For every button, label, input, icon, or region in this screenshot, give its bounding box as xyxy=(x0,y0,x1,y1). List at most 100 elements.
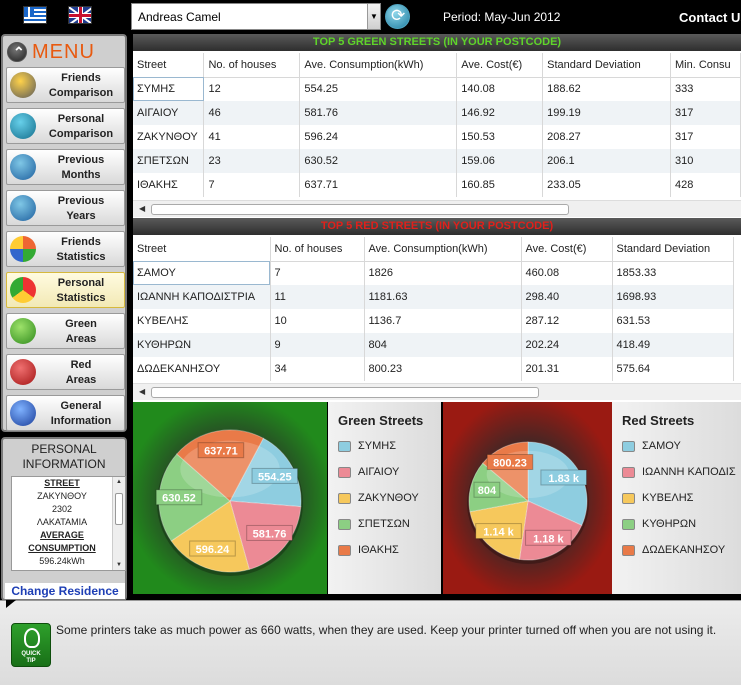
table-cell[interactable]: 333 xyxy=(670,77,741,101)
table-cell[interactable]: 418.49 xyxy=(612,333,734,357)
scroll-left-icon[interactable]: ◀ xyxy=(139,387,145,396)
menu-item-personal-comparison[interactable]: Personal Comparison xyxy=(6,108,125,144)
table-cell[interactable]: 12 xyxy=(203,77,301,101)
table-cell[interactable]: 9 xyxy=(270,333,365,357)
table-row[interactable]: ΚΥΒΕΛΗΣ 10 1136.7 287.12 631.53 xyxy=(133,309,734,333)
table-cell[interactable]: 1853.33 xyxy=(612,261,734,285)
table-cell[interactable]: 150.53 xyxy=(456,125,544,149)
table-cell[interactable]: 206.1 xyxy=(542,149,671,173)
table-cell[interactable]: 1826 xyxy=(364,261,522,285)
table-row[interactable]: ΣΑΜΟΥ 7 1826 460.08 1853.33 xyxy=(133,261,734,285)
scroll-left-icon[interactable]: ◀ xyxy=(139,204,145,213)
table-cell[interactable]: 317 xyxy=(670,101,741,125)
menu-item-previous-months[interactable]: Previous Months xyxy=(6,149,125,185)
scroll-thumb[interactable] xyxy=(151,204,569,215)
column-header[interactable]: Standard Deviation xyxy=(612,237,734,262)
menu-item-personal-statistics[interactable]: Personal Statistics xyxy=(6,272,125,308)
table-cell[interactable]: 631.53 xyxy=(612,309,734,333)
contact-us-link[interactable]: Contact Us xyxy=(679,10,741,25)
table-cell[interactable]: 1698.93 xyxy=(612,285,734,309)
user-select[interactable]: Andreas Camel ▼ xyxy=(131,3,381,30)
table-cell[interactable]: 159.06 xyxy=(456,149,544,173)
refresh-icon[interactable] xyxy=(385,4,410,29)
column-header[interactable]: Ave. Consumption(kWh) xyxy=(364,237,522,262)
column-header[interactable]: Ave. Cost(€) xyxy=(521,237,613,262)
column-header[interactable]: No. of houses xyxy=(203,53,301,78)
change-residence-link[interactable]: Change Residence xyxy=(5,583,125,599)
table-cell[interactable]: 575.64 xyxy=(612,357,734,381)
table-cell[interactable]: 160.85 xyxy=(456,173,544,197)
column-header[interactable]: Min. Consu xyxy=(670,53,741,78)
table-cell[interactable]: 428 xyxy=(670,173,741,197)
table-cell[interactable]: ΣΑΜΟΥ xyxy=(133,261,271,285)
scroll-up-icon[interactable]: ▲ xyxy=(116,479,122,485)
table-cell[interactable]: 804 xyxy=(364,333,522,357)
table-cell[interactable]: ΙΩΑΝΝΗ ΚΑΠΟΔΙΣΤΡΙΑ xyxy=(133,285,271,309)
table-cell[interactable]: 23 xyxy=(203,149,301,173)
table-cell[interactable]: 10 xyxy=(270,309,365,333)
table-cell[interactable]: ΖΑΚΥΝΘΟΥ xyxy=(133,125,205,149)
english-flag-icon[interactable] xyxy=(68,6,92,24)
table-cell[interactable]: 637.71 xyxy=(299,173,458,197)
table-cell[interactable]: ΣΥΜΗΣ xyxy=(133,77,205,101)
scroll-thumb[interactable] xyxy=(115,493,123,525)
table-cell[interactable]: 202.24 xyxy=(521,333,613,357)
table-cell[interactable]: 596.24 xyxy=(299,125,458,149)
scroll-down-icon[interactable]: ▼ xyxy=(116,562,122,568)
table-cell[interactable]: 7 xyxy=(270,261,365,285)
table-row[interactable]: ΚΥΘΗΡΩΝ 9 804 202.24 418.49 xyxy=(133,333,734,357)
table-cell[interactable]: 140.08 xyxy=(456,77,544,101)
table-cell[interactable]: 46 xyxy=(203,101,301,125)
table-row[interactable]: ΣΥΜΗΣ 12 554.25 140.08 188.62 333 xyxy=(133,77,741,101)
table-row[interactable]: ΙΩΑΝΝΗ ΚΑΠΟΔΙΣΤΡΙΑ 11 1181.63 298.40 1698.93 xyxy=(133,285,734,309)
table-cell[interactable]: 800.23 xyxy=(364,357,522,381)
menu-item-friends-comparison[interactable]: Friends Comparison xyxy=(6,67,125,103)
menu-header[interactable]: MENU xyxy=(5,38,123,64)
table-row[interactable]: ΣΠΕΤΣΩΝ 23 630.52 159.06 206.1 310 xyxy=(133,149,741,173)
menu-item-previous-years[interactable]: Previous Years xyxy=(6,190,125,226)
table-cell[interactable]: ΑΙΓΑΙΟΥ xyxy=(133,101,205,125)
table-row[interactable]: ΖΑΚΥΝΘΟΥ 41 596.24 150.53 208.27 317 xyxy=(133,125,741,149)
table-cell[interactable]: 317 xyxy=(670,125,741,149)
personal-info-scroll[interactable]: STREET ΖΑΚΥΝΘΟΥ 2302 ΛΑΚΑΤΑΜΙΑ AVERAGE C… xyxy=(11,476,126,571)
table-row[interactable]: ΔΩΔΕΚΑΝΗΣΟΥ 34 800.23 201.31 575.64 xyxy=(133,357,734,381)
table-cell[interactable]: 1181.63 xyxy=(364,285,522,309)
chevron-down-icon[interactable]: ▼ xyxy=(367,4,380,29)
table-cell[interactable]: ΣΠΕΤΣΩΝ xyxy=(133,149,205,173)
horizontal-scrollbar[interactable]: ◀ xyxy=(133,383,741,400)
table-cell[interactable]: 7 xyxy=(203,173,301,197)
table-cell[interactable]: 460.08 xyxy=(521,261,613,285)
vertical-scrollbar[interactable]: ▲ ▼ xyxy=(112,477,125,570)
horizontal-scrollbar[interactable]: ◀ xyxy=(133,200,741,217)
menu-item-friends-statistics[interactable]: Friends Statistics xyxy=(6,231,125,267)
table-row[interactable]: ΑΙΓΑΙΟΥ 46 581.76 146.92 199.19 317 xyxy=(133,101,741,125)
menu-item-green-areas[interactable]: Green Areas xyxy=(6,313,125,349)
table-cell[interactable]: 11 xyxy=(270,285,365,309)
menu-item-red-areas[interactable]: Red Areas xyxy=(6,354,125,390)
table-cell[interactable]: 41 xyxy=(203,125,301,149)
table-cell[interactable]: 298.40 xyxy=(521,285,613,309)
table-cell[interactable]: 199.19 xyxy=(542,101,671,125)
greek-flag-icon[interactable] xyxy=(23,6,47,24)
column-header[interactable]: Ave. Consumption(kWh) xyxy=(299,53,458,78)
column-header[interactable]: Ave. Cost(€) xyxy=(456,53,544,78)
table-cell[interactable]: ΙΘΑΚΗΣ xyxy=(133,173,205,197)
table-cell[interactable]: 34 xyxy=(270,357,365,381)
table-cell[interactable]: 581.76 xyxy=(299,101,458,125)
table-row[interactable]: ΙΘΑΚΗΣ 7 637.71 160.85 233.05 428 xyxy=(133,173,741,197)
column-header[interactable]: No. of houses xyxy=(270,237,365,262)
table-cell[interactable]: 233.05 xyxy=(542,173,671,197)
table-cell[interactable]: 287.12 xyxy=(521,309,613,333)
table-cell[interactable]: 1136.7 xyxy=(364,309,522,333)
collapse-menu-icon[interactable] xyxy=(7,42,27,62)
table-cell[interactable]: ΔΩΔΕΚΑΝΗΣΟΥ xyxy=(133,357,271,381)
table-cell[interactable]: ΚΥΘΗΡΩΝ xyxy=(133,333,271,357)
table-cell[interactable]: ΚΥΒΕΛΗΣ xyxy=(133,309,271,333)
scroll-thumb[interactable] xyxy=(151,387,539,398)
column-header[interactable]: Standard Deviation xyxy=(542,53,671,78)
menu-item-general-information[interactable]: General Information xyxy=(6,395,125,431)
column-header[interactable]: Street xyxy=(133,53,205,78)
table-cell[interactable]: 188.62 xyxy=(542,77,671,101)
table-cell[interactable]: 554.25 xyxy=(299,77,458,101)
table-cell[interactable]: 310 xyxy=(670,149,741,173)
